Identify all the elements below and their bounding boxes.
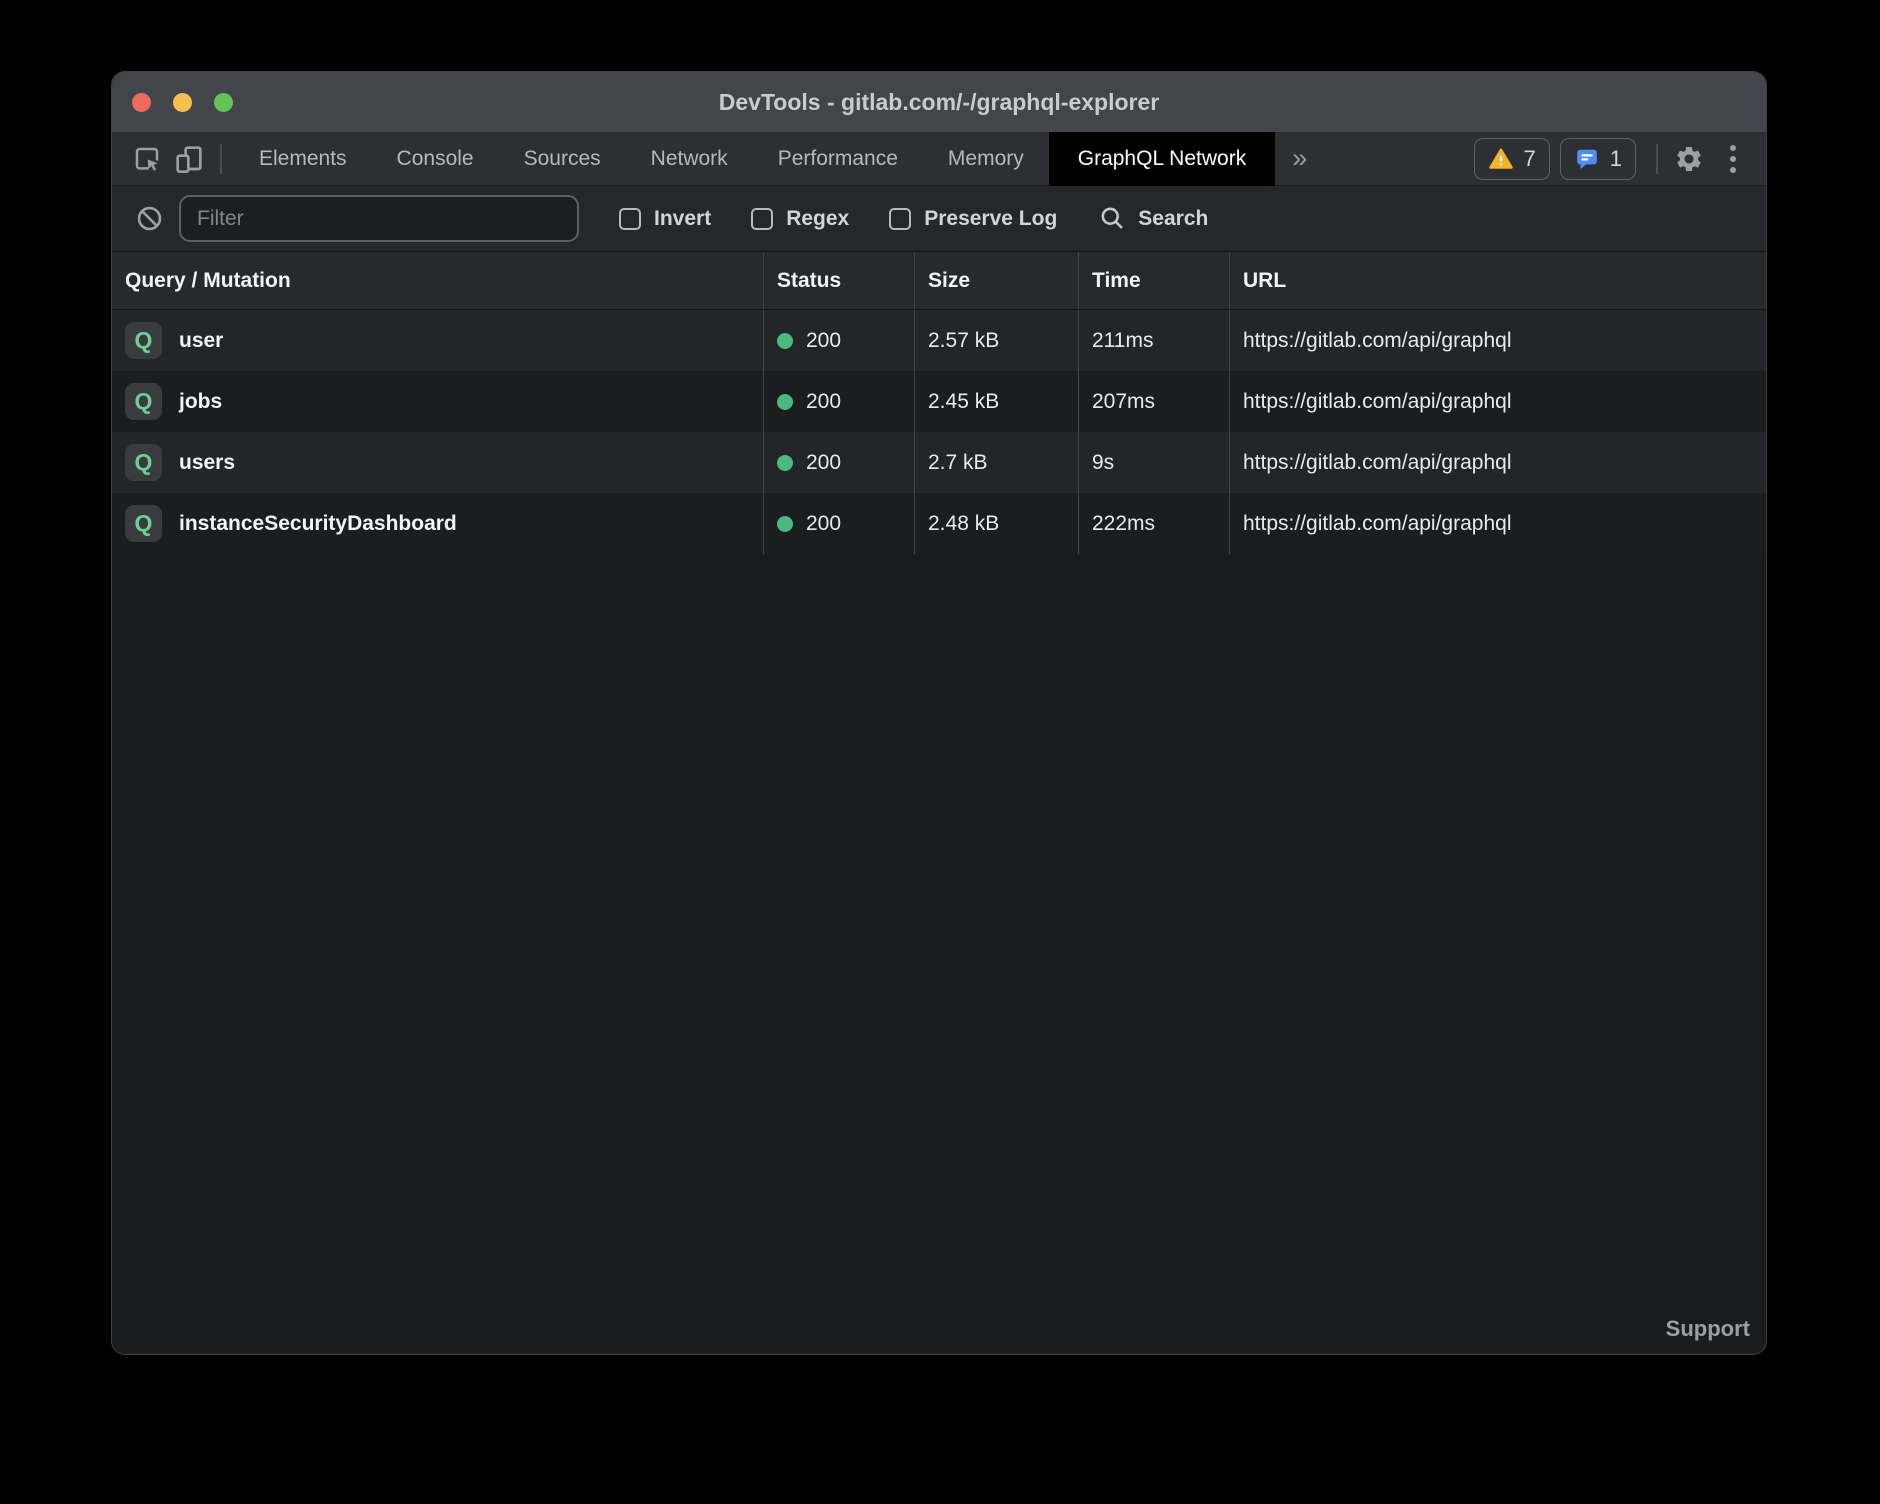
url-cell: https://gitlab.com/api/graphql [1229,493,1766,554]
url-cell: https://gitlab.com/api/graphql [1229,310,1766,371]
query-type-badge: Q [125,444,162,481]
tab-memory[interactable]: Memory [923,132,1049,186]
support-link[interactable]: Support [1666,1316,1750,1342]
query-type-badge: Q [125,505,162,542]
status-cell: 200 [763,310,914,371]
column-header-url[interactable]: URL [1229,252,1766,309]
status-ok-dot-icon [777,516,793,532]
status-code: 200 [806,390,841,414]
query-name: users [179,451,235,475]
invert-checkbox-group[interactable]: Invert [619,207,711,231]
column-header-status[interactable]: Status [763,252,914,309]
column-header-query-mutation[interactable]: Query / Mutation [112,252,763,309]
status-cell: 200 [763,432,914,493]
window-title: DevTools - gitlab.com/-/graphql-explorer [112,72,1766,132]
devtools-tab-bar: Elements Console Sources Network Perform… [112,132,1766,186]
table-row[interactable]: Q jobs 200 2.45 kB 207ms https://gitlab.… [112,371,1766,432]
search-icon [1099,205,1126,232]
query-cell: Q jobs [112,371,763,432]
preserve-log-label[interactable]: Preserve Log [924,207,1057,231]
time-cell: 207ms [1078,371,1229,432]
issues-badge[interactable]: 1 [1560,138,1636,180]
table-row[interactable]: Q user 200 2.57 kB 211ms https://gitlab.… [112,310,1766,371]
preserve-log-checkbox-group[interactable]: Preserve Log [889,207,1057,231]
size-cell: 2.45 kB [914,371,1078,432]
regex-checkbox[interactable] [751,208,773,230]
tab-console[interactable]: Console [372,132,499,186]
table-row[interactable]: Q instanceSecurityDashboard 200 2.48 kB … [112,493,1766,554]
table-header: Query / Mutation Status Size Time URL [112,252,1766,310]
status-ok-dot-icon [777,455,793,471]
kebab-menu-icon[interactable] [1720,139,1746,179]
invert-checkbox[interactable] [619,208,641,230]
tab-sources[interactable]: Sources [499,132,626,186]
table-row[interactable]: Q users 200 2.7 kB 9s https://gitlab.com… [112,432,1766,493]
issues-count: 1 [1610,146,1622,172]
search-control[interactable]: Search [1099,205,1208,232]
query-cell: Q users [112,432,763,493]
size-cell: 2.7 kB [914,432,1078,493]
time-cell: 222ms [1078,493,1229,554]
time-cell: 9s [1078,432,1229,493]
warnings-count: 7 [1524,146,1536,172]
query-name: jobs [179,390,222,414]
column-header-time[interactable]: Time [1078,252,1229,309]
regex-checkbox-group[interactable]: Regex [751,207,849,231]
toolbar-separator [220,144,222,174]
query-cell: Q instanceSecurityDashboard [112,493,763,554]
status-code: 200 [806,451,841,475]
more-tabs-chevron-icon[interactable]: » [1275,143,1324,174]
tab-elements[interactable]: Elements [234,132,372,186]
toolbar-separator [1656,144,1658,174]
settings-gear-icon[interactable] [1672,142,1706,176]
column-header-size[interactable]: Size [914,252,1078,309]
device-toolbar-icon[interactable] [172,142,206,176]
search-label: Search [1138,207,1208,231]
status-ok-dot-icon [777,333,793,349]
title-bar: DevTools - gitlab.com/-/graphql-explorer [112,72,1766,132]
preserve-log-checkbox[interactable] [889,208,911,230]
query-name: instanceSecurityDashboard [179,512,457,536]
tab-performance[interactable]: Performance [753,132,923,186]
devtools-window: DevTools - gitlab.com/-/graphql-explorer… [112,72,1766,1354]
inspect-element-icon[interactable] [130,142,164,176]
query-type-badge: Q [125,383,162,420]
tab-network[interactable]: Network [626,132,753,186]
status-cell: 200 [763,493,914,554]
tab-graphql-network[interactable]: GraphQL Network [1049,132,1275,186]
filter-bar: Invert Regex Preserve Log Search [112,186,1766,252]
status-code: 200 [806,329,841,353]
invert-label[interactable]: Invert [654,207,711,231]
warning-triangle-icon [1488,146,1514,172]
warnings-badge[interactable]: 7 [1474,138,1550,180]
size-cell: 2.48 kB [914,493,1078,554]
query-name: user [179,329,223,353]
message-bubble-icon [1574,146,1600,172]
query-cell: Q user [112,310,763,371]
block-clear-icon[interactable] [136,205,163,232]
query-type-badge: Q [125,322,162,359]
time-cell: 211ms [1078,310,1229,371]
size-cell: 2.57 kB [914,310,1078,371]
url-cell: https://gitlab.com/api/graphql [1229,432,1766,493]
filter-input[interactable] [179,195,579,242]
panel-empty-area: Support [112,554,1766,1354]
status-cell: 200 [763,371,914,432]
regex-label[interactable]: Regex [786,207,849,231]
status-code: 200 [806,512,841,536]
url-cell: https://gitlab.com/api/graphql [1229,371,1766,432]
status-ok-dot-icon [777,394,793,410]
